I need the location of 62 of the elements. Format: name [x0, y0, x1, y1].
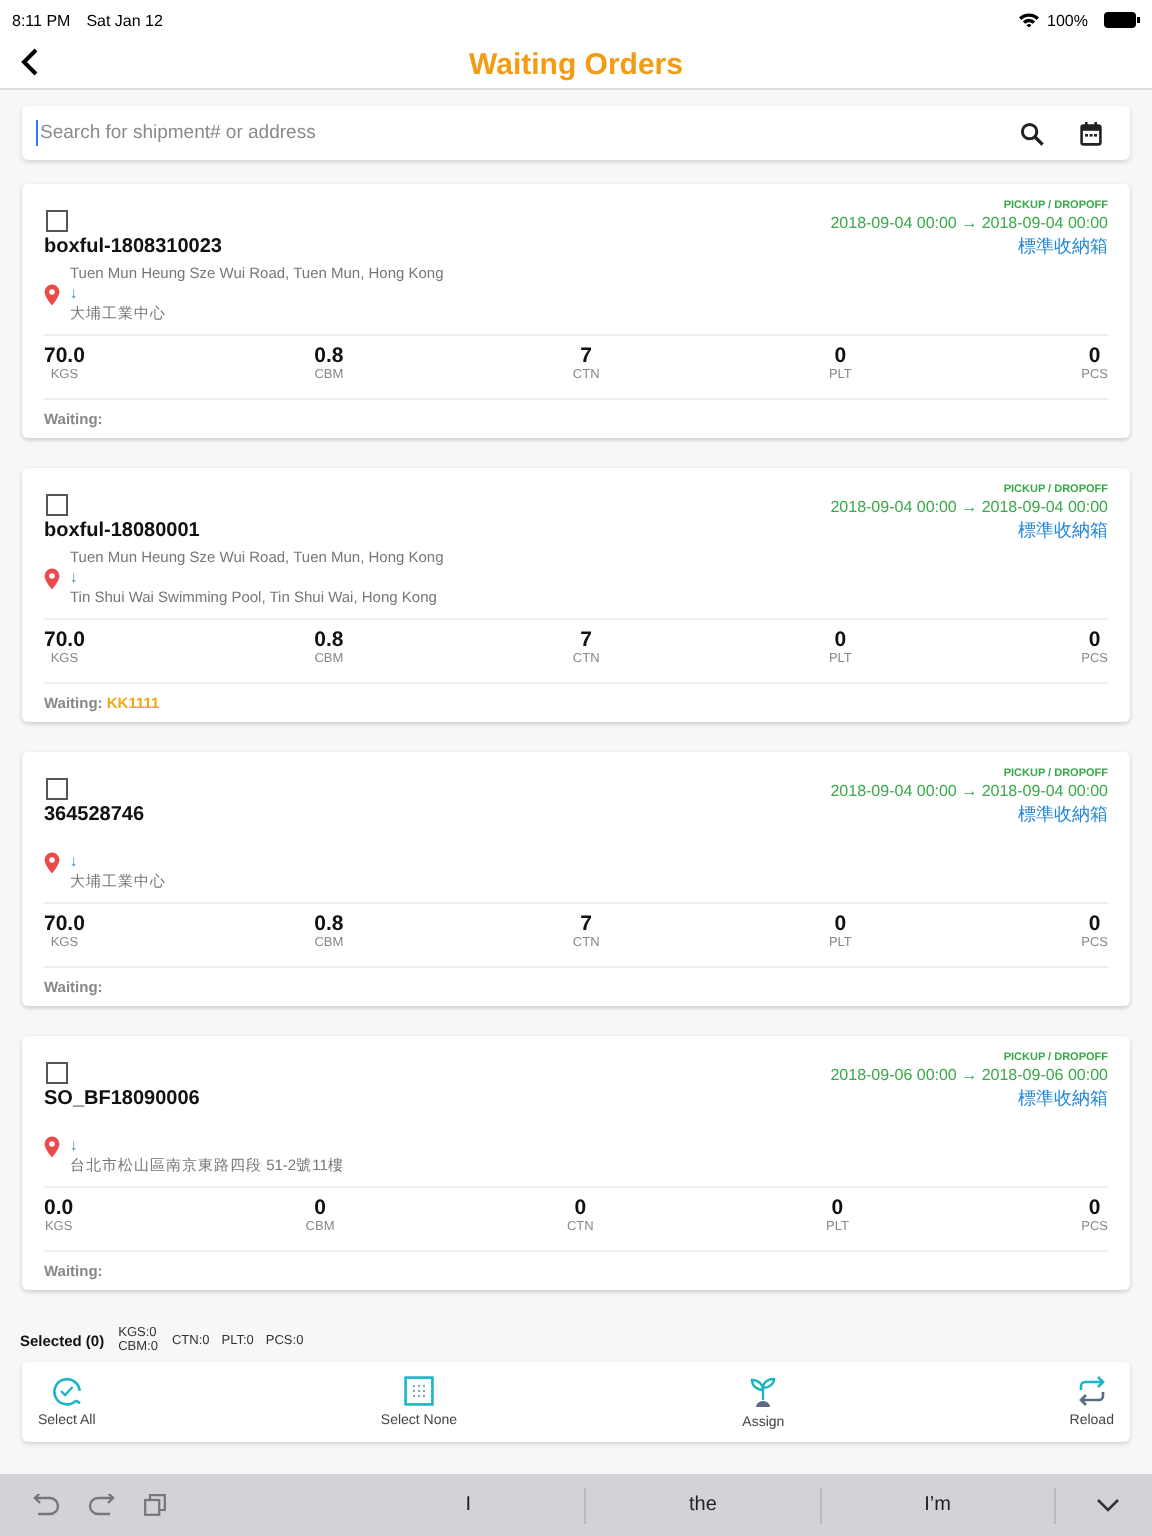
- stat-value: 0.8: [314, 345, 344, 367]
- stat-value: 0: [1088, 913, 1101, 935]
- order-id: 364528746: [44, 804, 145, 826]
- stat-value: 0: [1088, 629, 1101, 651]
- schedule-dates: 2018-09-04 00:00 → 2018-09-04 00:00: [830, 498, 1108, 516]
- stat-value: 0.8: [314, 629, 344, 651]
- suggestion-key[interactable]: I’m: [821, 1492, 1054, 1518]
- service-type: 標準收納箱: [1018, 234, 1108, 260]
- stat-value: 0: [834, 913, 847, 935]
- redo-icon[interactable]: [88, 1494, 116, 1516]
- search-icon[interactable]: [1020, 121, 1044, 145]
- stat-value: 0: [1088, 1197, 1101, 1219]
- stat-value: 70.0: [44, 913, 85, 935]
- stat-value: 70.0: [44, 629, 85, 651]
- stat-value: 7: [580, 345, 593, 367]
- back-icon[interactable]: [20, 48, 40, 76]
- stat-value: 70.0: [44, 345, 85, 367]
- stat-value: 0: [574, 1197, 587, 1219]
- order-id: SO_BF18090006: [44, 1088, 200, 1110]
- status-time: 8:11 PM: [12, 11, 71, 29]
- check-circle-icon: [51, 1376, 82, 1406]
- stat-value: 0: [834, 345, 847, 367]
- grid-icon: [403, 1376, 434, 1406]
- stat-value: 7: [580, 629, 593, 651]
- checkbox[interactable]: [46, 778, 68, 800]
- order-id: boxful-1808310023: [44, 236, 222, 258]
- stat-value: 0.8: [314, 913, 344, 935]
- search-field[interactable]: Search for shipment# or address: [22, 106, 1130, 160]
- order-id: boxful-18080001: [44, 520, 200, 542]
- location-pin-icon: [44, 851, 60, 873]
- stat-value: 0: [834, 629, 847, 651]
- undo-icon[interactable]: [32, 1494, 60, 1516]
- calendar-icon[interactable]: [1080, 121, 1102, 145]
- service-type: 標準收納箱: [1018, 1086, 1108, 1112]
- schedule-dates: 2018-09-04 00:00 → 2018-09-04 00:00: [830, 782, 1108, 800]
- stat-value: 0.0: [44, 1197, 74, 1219]
- search-input[interactable]: Search for shipment# or address: [36, 120, 984, 146]
- stat-value: 0: [314, 1197, 326, 1219]
- stat-value: 0: [1088, 345, 1101, 367]
- checkbox[interactable]: [46, 1062, 68, 1084]
- copy-icon[interactable]: [144, 1494, 166, 1516]
- schedule-dates: 2018-09-04 00:00 → 2018-09-04 00:00: [830, 214, 1108, 232]
- service-type: 標準收納箱: [1018, 802, 1108, 828]
- suggestion-key[interactable]: I: [352, 1492, 585, 1518]
- service-type: 標準收納箱: [1018, 518, 1108, 544]
- battery-level: 100%: [1047, 11, 1088, 29]
- status-date: Sat Jan 12: [86, 11, 163, 29]
- stat-value: 0: [831, 1197, 844, 1219]
- suggestion-key[interactable]: the: [586, 1492, 820, 1518]
- location-pin-icon: [44, 1135, 60, 1157]
- sprout-icon: [750, 1375, 777, 1407]
- stat-value: 7: [580, 913, 593, 935]
- page-title: Waiting Orders: [469, 47, 683, 81]
- reload-icon: [1077, 1376, 1106, 1406]
- chevron-down-icon[interactable]: [1096, 1498, 1120, 1512]
- checkbox[interactable]: [46, 210, 68, 232]
- schedule-dates: 2018-09-06 00:00 → 2018-09-06 00:00: [830, 1066, 1108, 1084]
- location-pin-icon: [44, 567, 60, 589]
- wifi-icon: [1017, 12, 1040, 28]
- checkbox[interactable]: [46, 494, 68, 516]
- battery-icon: [1104, 12, 1140, 28]
- location-pin-icon: [44, 283, 60, 305]
